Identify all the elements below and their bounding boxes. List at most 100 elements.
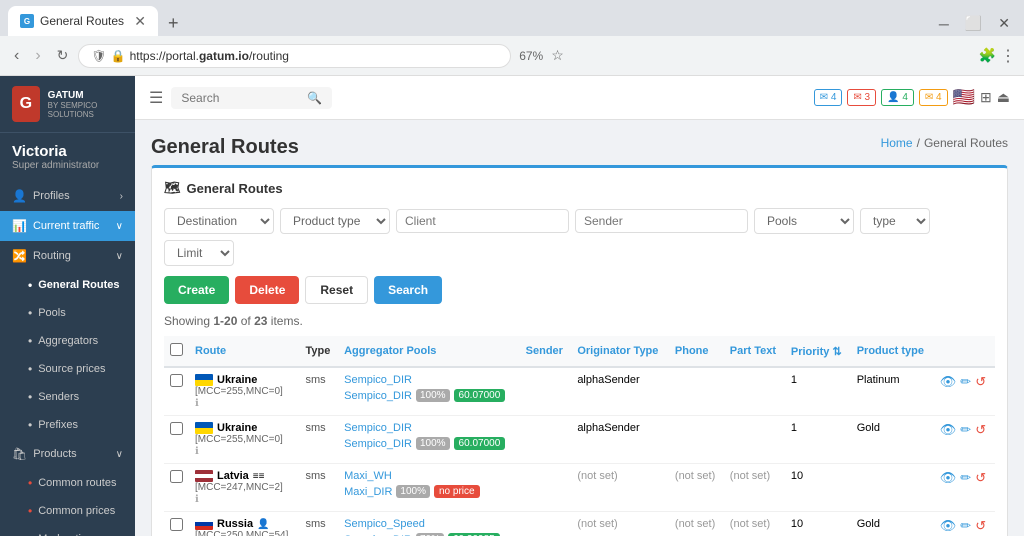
browser-minimize[interactable]: ─ — [933, 16, 955, 32]
breadcrumb-current: General Routes — [924, 136, 1008, 150]
col-aggregator-pools[interactable]: Aggregator Pools — [338, 336, 520, 367]
signout-button[interactable]: ⏏ — [997, 89, 1010, 106]
reset-button[interactable]: Reset — [305, 276, 368, 304]
breadcrumb-home[interactable]: Home — [881, 136, 913, 150]
col-phone[interactable]: Phone — [669, 336, 724, 367]
info-icon[interactable]: ℹ — [195, 398, 199, 409]
limit-filter[interactable]: Limit — [164, 240, 234, 266]
search-box[interactable]: 🔍 — [171, 87, 332, 109]
sidebar-item-common-routes[interactable]: • Common routes — [0, 469, 135, 497]
product-type: Gold — [857, 422, 880, 434]
aggregator-name: Sempico_DIR — [344, 374, 514, 386]
sidebar-item-general-routes[interactable]: • General Routes — [0, 271, 135, 299]
shield-icon: 🛡 — [91, 49, 106, 63]
main-content: ☰ 🔍 ✉ 4 ✉ 3 👤 4 ✉ 4 🇺🇸 ⊞ ⏏ General Route… — [135, 76, 1024, 536]
orig-type: alphaSender — [577, 422, 639, 434]
client-filter[interactable] — [396, 209, 569, 233]
sidebar-item-products[interactable]: 🛍 Products ∨ — [0, 439, 135, 469]
pool-price-badge-noprice: no price — [434, 485, 480, 498]
row-checkbox[interactable] — [164, 464, 189, 512]
create-button[interactable]: Create — [164, 276, 229, 304]
extra-icon2: 👤 — [257, 519, 269, 530]
destination-filter[interactable]: Destination — [164, 208, 274, 234]
new-tab-button[interactable]: + — [162, 13, 185, 34]
col-part-text[interactable]: Part Text — [724, 336, 785, 367]
delete-button[interactable]: Delete — [235, 276, 299, 304]
edit-icon[interactable]: ✏ — [960, 422, 971, 438]
search-button[interactable]: Search — [374, 276, 442, 304]
forward-button[interactable]: › — [29, 43, 46, 69]
sidebar-item-source-prices[interactable]: • Source prices — [0, 355, 135, 383]
action-icons: 👁 ✏ ↺ — [940, 422, 989, 438]
product-type-filter[interactable]: Product type — [280, 208, 390, 234]
sidebar-item-pools[interactable]: • Pools — [0, 299, 135, 327]
tab-close-icon[interactable]: ✕ — [134, 13, 146, 30]
type-filter[interactable]: type — [860, 208, 930, 234]
info-icon[interactable]: ℹ — [195, 494, 199, 505]
sidebar-item-profiles[interactable]: 👤 Profiles › — [0, 181, 135, 211]
edit-icon[interactable]: ✏ — [960, 374, 971, 390]
back-button[interactable]: ‹ — [8, 43, 25, 69]
tab-favicon: G — [20, 14, 34, 28]
col-priority[interactable]: Priority ⇅ — [785, 336, 851, 367]
edit-icon[interactable]: ✏ — [960, 518, 971, 534]
flag-us-icon[interactable]: 🇺🇸 — [953, 87, 975, 108]
sidebar-item-senders[interactable]: • Senders — [0, 383, 135, 411]
bookmark-button[interactable]: ☆ — [551, 47, 564, 64]
sidebar-item-aggregators[interactable]: • Aggregators — [0, 327, 135, 355]
delete-row-icon[interactable]: ↺ — [975, 470, 986, 486]
routing-icon: 🔀 — [12, 249, 27, 263]
badge-green[interactable]: 👤 4 — [881, 89, 914, 106]
zoom-level: 67% — [515, 49, 547, 63]
table-row: Latvia ≡≡ [MCC=247,MNC=2] ℹ sms Maxi_WH — [164, 464, 995, 512]
browser-maximize[interactable]: ⬜ — [959, 15, 988, 32]
route-country: Ukraine — [217, 374, 257, 386]
search-input[interactable] — [181, 91, 301, 105]
sidebar-item-current-traffic[interactable]: 📊 Current traffic ∨ — [0, 211, 135, 241]
traffic-arrow: ∨ — [116, 221, 123, 232]
col-originator-type[interactable]: Originator Type — [571, 336, 669, 367]
pools-filter[interactable]: Pools — [754, 208, 854, 234]
view-icon[interactable]: 👁 — [940, 470, 957, 486]
priority: 10 — [791, 470, 803, 482]
tab-title: General Routes — [40, 14, 124, 28]
view-icon[interactable]: 👁 — [940, 518, 957, 534]
sidebar-item-moderation[interactable]: • Moderation — [0, 525, 135, 536]
browser-close[interactable]: ✕ — [992, 15, 1016, 32]
menu-button[interactable]: ⋮ — [1000, 46, 1016, 66]
browser-tab[interactable]: G General Routes ✕ — [8, 6, 158, 36]
delete-row-icon[interactable]: ↺ — [975, 374, 986, 390]
extensions-button[interactable]: 🧩 — [979, 47, 996, 64]
badge-blue[interactable]: ✉ 4 — [814, 89, 843, 106]
reload-button[interactable]: ↻ — [51, 43, 75, 68]
col-type: Type — [299, 336, 338, 367]
sidebar-user: Victoria Super administrator — [0, 133, 135, 181]
grid-view-button[interactable]: ⊞ — [980, 89, 992, 106]
view-icon[interactable]: 👁 — [940, 374, 957, 390]
logo-icon: G — [12, 86, 40, 122]
delete-row-icon[interactable]: ↺ — [975, 422, 986, 438]
col-product-type[interactable]: Product type — [851, 336, 934, 367]
select-all-checkbox[interactable] — [170, 343, 183, 356]
flag-ukraine — [195, 374, 213, 386]
sidebar-item-routing[interactable]: 🔀 Routing ∨ — [0, 241, 135, 271]
view-icon[interactable]: 👁 — [940, 422, 957, 438]
edit-icon[interactable]: ✏ — [960, 470, 971, 486]
row-checkbox[interactable] — [164, 512, 189, 536]
row-checkbox[interactable] — [164, 367, 189, 416]
sender-filter[interactable] — [575, 209, 748, 233]
hamburger-button[interactable]: ☰ — [149, 88, 171, 108]
action-icons: 👁 ✏ ↺ — [940, 518, 989, 534]
browser-chrome: G General Routes ✕ + ─ ⬜ ✕ — [0, 0, 1024, 36]
col-route[interactable]: Route — [189, 336, 299, 367]
info-icon[interactable]: ℹ — [195, 446, 199, 457]
badge-yellow[interactable]: ✉ 4 — [919, 89, 948, 106]
badge-red[interactable]: ✉ 3 — [847, 89, 876, 106]
delete-row-icon[interactable]: ↺ — [975, 518, 986, 534]
senders-icon: • — [28, 390, 32, 404]
sidebar-item-prefixes[interactable]: • Prefixes — [0, 411, 135, 439]
sidebar-item-common-prices[interactable]: • Common prices — [0, 497, 135, 525]
col-sender[interactable]: Sender — [520, 336, 572, 367]
address-bar[interactable]: 🛡 🔒 https://portal.gatum.io/routing — [78, 44, 511, 68]
row-checkbox[interactable] — [164, 416, 189, 464]
